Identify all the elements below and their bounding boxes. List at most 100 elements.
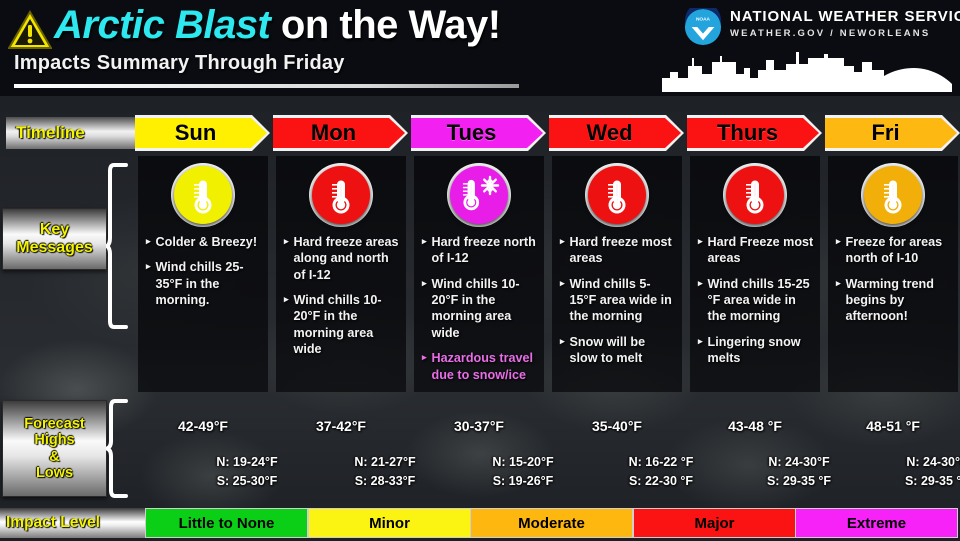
title-emphasis: Arctic Blast — [54, 3, 271, 47]
timeline-chip-thurs[interactable]: Thurs — [687, 115, 822, 151]
bullet-arrow-icon: ▸ — [422, 236, 427, 246]
timeline-chip-wed[interactable]: Wed — [549, 115, 684, 151]
day-column-sun: ▸ Colder & Breezy! ▸ Wind chills 25-35°F in… — [138, 156, 268, 392]
day-column-thurs: ▸ Hard Freeze most areas ▸ Wind chills 15-2… — [690, 156, 820, 392]
forecast-low-south: S: 29-35 °F — [904, 473, 960, 488]
bullet-arrow-icon: ▸ — [698, 277, 703, 288]
key-messages-list: ▸ Hard freeze most areas ▸ Wind chills 5-15… — [560, 234, 676, 376]
forecast-low-north: N: 19-24°F — [216, 455, 278, 469]
forecast-label-line-2: & — [49, 448, 60, 465]
key-message-text: Wind chills 5-15°F area wide in the morn… — [569, 276, 672, 324]
key-messages-list: ▸ Hard Freeze most areas ▸ Wind chills 15-2… — [698, 234, 814, 376]
thermometer-icon — [174, 166, 232, 224]
bullet-arrow-icon: ▸ — [422, 352, 427, 363]
subtitle: Impacts Summary Through Friday — [14, 52, 345, 74]
impact-level-moderate[interactable]: Moderate — [470, 508, 633, 538]
key-messages-line2: Messages — [16, 239, 93, 256]
forecast-label-line-0: Forecast — [24, 416, 85, 433]
infographic-root: Arctic Blast on the Way! Impacts Summary… — [0, 0, 960, 541]
impact-level-minor[interactable]: Minor — [308, 508, 471, 538]
key-message-text: Hard freeze north of I-12 — [431, 235, 536, 266]
key-messages-line1: Key — [39, 221, 70, 239]
forecast-lows-fri: N: 24-30°F S: 29-35 °F — [872, 453, 960, 491]
forecast-lows-thurs: N: 24-30°F S: 29-35 °F — [734, 453, 864, 491]
key-message-item: ▸ Hard freeze north of I-12 — [422, 234, 538, 267]
forecast-low-north: N: 24-30°F — [906, 455, 960, 469]
day-column-wed: ▸ Hard freeze most areas ▸ Wind chills 5-15… — [552, 156, 682, 392]
bullet-arrow-icon: ▸ — [284, 294, 289, 305]
forecast-lows-wed: N: 16-22 °F S: 22-30 °F — [596, 453, 726, 491]
forecast-low-north: N: 15-20°F — [492, 455, 554, 469]
impact-level-little-to-none[interactable]: Little to None — [145, 508, 308, 538]
forecast-high-wed: 35-40°F — [592, 418, 642, 434]
forecast-low-north: N: 21-27°F — [354, 455, 416, 469]
forecast-label: Forecast Highs & Lows — [2, 400, 107, 497]
timeline-chip-mon[interactable]: Mon — [273, 115, 408, 151]
forecast-lows-sun: N: 19-24°F S: 25-30°F — [182, 453, 312, 491]
day-column-fri: ▸ Freeze for areas north of I-10 ▸ Warming … — [828, 156, 958, 392]
key-message-text: Colder & Breezy! — [155, 235, 258, 249]
thermometer-icon — [864, 166, 922, 224]
forecast-lows-mon: N: 21-27°F S: 28-33°F — [320, 453, 450, 491]
warning-triangle-icon — [8, 10, 52, 49]
forecast-high-mon: 37-42°F — [316, 418, 366, 434]
bullet-arrow-icon: ▸ — [146, 261, 151, 272]
bullet-arrow-icon: ▸ — [560, 236, 565, 246]
bullet-arrow-icon: ▸ — [146, 236, 151, 246]
impact-level-label: Impact Level — [0, 508, 145, 538]
forecast-label-line-3: Lows — [35, 464, 74, 481]
forecast-high-sun: 42-49°F — [178, 418, 228, 434]
key-message-text: Wind chills 25-35°F in the morning. — [155, 260, 244, 308]
key-message-text: Wind chills 10-20°F in the morning area … — [293, 293, 382, 357]
forecast-lows-tues: N: 15-20°F S: 19-26°F — [458, 453, 588, 491]
key-messages-list: ▸ Hard freeze areas along and north of I-… — [284, 234, 400, 367]
forecast-low-south: S: 22-30 °F — [628, 473, 694, 488]
key-message-text: Warming trend begins by afternoon! — [845, 276, 934, 324]
forecast-low-south: S: 29-35 °F — [766, 473, 832, 488]
thermometer-icon — [312, 166, 370, 224]
header-divider — [14, 84, 519, 88]
timeline-chip-sun[interactable]: Sun — [135, 115, 270, 151]
svg-text:NOAA: NOAA — [696, 16, 711, 22]
header: Arctic Blast on the Way! Impacts Summary… — [0, 0, 960, 96]
agency-name: NATIONAL WEATHER SERVICE — [730, 8, 960, 25]
timeline-chip-label: Thurs — [716, 120, 779, 145]
page-title: Arctic Blast on the Way! — [54, 2, 501, 48]
impact-level-label-text: Impact Level — [6, 514, 100, 531]
key-message-item: ▸ Wind chills 10-20°F in the morning area… — [284, 292, 400, 357]
day-column-mon: ▸ Hard freeze areas along and north of I-… — [276, 156, 406, 392]
key-message-text: Hard freeze most areas — [569, 235, 672, 266]
key-message-item: ▸ Hazardous travel due to snow/ice — [422, 350, 538, 383]
key-message-text: Wind chills 10-20°F in the morning area … — [431, 276, 520, 340]
city-skyline-icon — [662, 52, 952, 92]
key-message-item: ▸ Wind chills 15-25 °F area wide in the m… — [698, 276, 814, 325]
impact-level-major[interactable]: Major — [633, 508, 796, 538]
timeline-chip-label: Wed — [586, 120, 633, 145]
timeline-row: Timeline Sun Mon Tues Wed Thurs Fri — [0, 114, 960, 156]
bullet-arrow-icon: ▸ — [284, 236, 289, 246]
forecast-high-fri: 48-51 °F — [866, 418, 920, 434]
forecast-low-south: S: 28-33°F — [354, 473, 416, 488]
key-message-item: ▸ Warming trend begins by afternoon! — [836, 276, 952, 325]
key-message-item: ▸ Hard Freeze most areas — [698, 234, 814, 267]
key-message-text: Hard freeze areas along and north of I-1… — [293, 235, 399, 282]
key-message-item: ▸ Hard freeze areas along and north of I-… — [284, 234, 400, 283]
timeline-chip-label: Sun — [174, 120, 217, 145]
thermometer-icon — [726, 166, 784, 224]
impact-level-row: Impact Level Little to None Minor Moderate… — [0, 508, 960, 538]
key-messages-list: ▸ Freeze for areas north of I-10 ▸ Warming … — [836, 234, 952, 334]
timeline-chip-fri[interactable]: Fri — [825, 115, 960, 151]
key-message-item: ▸ Hard freeze most areas — [560, 234, 676, 267]
timeline-chip-tues[interactable]: Tues — [411, 115, 546, 151]
key-message-text: Snow will be slow to melt — [569, 334, 646, 366]
impact-level-extreme[interactable]: Extreme — [795, 508, 958, 538]
noaa-seal-icon: NOAA — [684, 8, 722, 46]
forecast-low-south: S: 25-30°F — [216, 473, 278, 488]
title-rest: on the Way! — [270, 3, 501, 47]
key-message-item: ▸ Lingering snow melts — [698, 334, 814, 367]
key-message-item: ▸ Snow will be slow to melt — [560, 334, 676, 367]
forecast-low-south: S: 19-26°F — [492, 473, 554, 488]
bullet-arrow-icon: ▸ — [560, 277, 565, 288]
timeline-chip-label: Fri — [871, 120, 900, 145]
timeline-chip-label: Tues — [446, 120, 497, 145]
